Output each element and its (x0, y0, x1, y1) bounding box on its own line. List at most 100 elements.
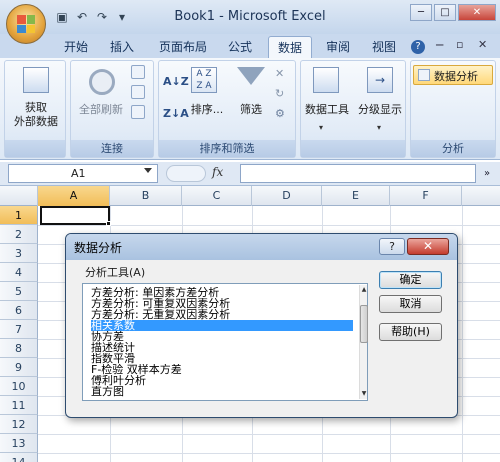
list-item[interactable]: 直方图 (91, 386, 353, 397)
formula-input[interactable] (240, 164, 476, 183)
reapply-icon[interactable]: ↻ (275, 87, 284, 100)
column-headers: A B C D E F (0, 186, 500, 206)
ribbon-minimize-icon[interactable]: ─ (436, 38, 443, 52)
list-item[interactable]: 方差分析: 可重复双因素分析 (91, 298, 353, 309)
group-data-tools: 数据工具 ▾ → 分级显示 ▾ (300, 60, 406, 158)
cancel-button[interactable]: 取消 (379, 295, 442, 313)
list-item[interactable]: 协方差 (91, 331, 353, 342)
column-header[interactable]: C (182, 186, 252, 206)
scroll-up-icon[interactable]: ▲ (360, 285, 368, 295)
filter-button[interactable]: 筛选 (233, 103, 269, 117)
dialog-close-icon[interactable]: ✕ (407, 238, 449, 255)
dialog-help-icon[interactable]: ? (379, 238, 405, 255)
help-icon[interactable]: ? (411, 40, 425, 54)
row-header[interactable]: 14 (0, 453, 38, 462)
list-item[interactable]: 描述统计 (91, 342, 353, 353)
row-header[interactable]: 7 (0, 320, 38, 339)
expand-formula-bar-icon[interactable]: » (480, 165, 494, 182)
refresh-all-button[interactable]: 全部刷新 (73, 103, 129, 117)
row-header[interactable]: 6 (0, 301, 38, 320)
column-header[interactable]: D (252, 186, 322, 206)
office-logo-icon (17, 15, 35, 33)
formula-bar: A1 fx » (0, 162, 500, 186)
row-header[interactable]: 1 (0, 206, 38, 225)
row-header[interactable]: 11 (0, 396, 38, 415)
tab-home[interactable]: 开始 (56, 36, 96, 58)
name-box-dropdown-icon[interactable] (144, 168, 152, 173)
list-item[interactable]: 傅利叶分析 (91, 375, 353, 386)
edit-links-icon[interactable] (131, 105, 145, 119)
list-item[interactable]: 方差分析: 无重复双因素分析 (91, 309, 353, 320)
select-all-corner[interactable] (0, 186, 38, 206)
row-header[interactable]: 9 (0, 358, 38, 377)
dialog-body: 分析工具(A) 方差分析: 单因素方差分析 方差分析: 可重复双因素分析 方差分… (69, 260, 454, 410)
window-controls: ─ □ ✕ (410, 4, 496, 21)
ribbon-restore-icon[interactable]: ▫ (456, 38, 463, 51)
clear-filter-icon[interactable]: ✕ (275, 67, 284, 80)
filter-icon (237, 67, 265, 85)
office-button[interactable] (6, 4, 46, 44)
tab-formulas[interactable]: 公式 (220, 36, 260, 58)
minimize-icon[interactable]: ─ (410, 4, 432, 21)
list-item[interactable]: 指数平滑 (91, 353, 353, 364)
column-header[interactable]: A (38, 186, 110, 206)
row-header[interactable]: 5 (0, 282, 38, 301)
row-header[interactable]: 2 (0, 225, 38, 244)
data-tools-button[interactable]: 数据工具 (301, 103, 353, 117)
advanced-filter-icon[interactable]: ⚙ (275, 107, 285, 120)
list-scrollbar[interactable]: ▲ ▼ (359, 285, 368, 399)
ribbon-close-icon[interactable]: ✕ (478, 38, 487, 51)
sort-az-icon[interactable]: A↓Z (163, 75, 189, 88)
ok-button[interactable]: 确定 (379, 271, 442, 289)
maximize-icon[interactable]: □ (434, 4, 456, 21)
data-analysis-label: 数据分析 (434, 70, 478, 83)
row-header[interactable]: 10 (0, 377, 38, 396)
properties-icon[interactable] (131, 85, 145, 99)
tab-view[interactable]: 视图 (364, 36, 404, 58)
close-icon[interactable]: ✕ (458, 4, 496, 21)
get-external-data-button[interactable]: 获取 外部数据 (5, 101, 67, 129)
column-header[interactable]: F (390, 186, 462, 206)
list-item[interactable]: 方差分析: 单因素方差分析 (91, 287, 353, 298)
tab-review[interactable]: 审阅 (318, 36, 358, 58)
row-header[interactable]: 4 (0, 263, 38, 282)
analysis-tools-list[interactable]: 方差分析: 单因素方差分析 方差分析: 可重复双因素分析 方差分析: 无重复双因… (82, 283, 368, 401)
outline-button[interactable]: 分级显示 (353, 103, 407, 117)
scroll-thumb[interactable] (360, 305, 368, 343)
outline-icon: → (367, 67, 393, 93)
dialog-title-bar: 数据分析 ? ✕ (66, 234, 457, 260)
group-label-data-tools (301, 140, 405, 157)
sort-button[interactable]: 排序... (185, 103, 229, 117)
external-data-icon (23, 67, 49, 93)
row-header[interactable]: 3 (0, 244, 38, 263)
data-analysis-dialog: 数据分析 ? ✕ 分析工具(A) 方差分析: 单因素方差分析 方差分析: 可重复… (65, 233, 458, 418)
tab-page-layout[interactable]: 页面布局 (152, 36, 214, 58)
tab-insert[interactable]: 插入 (100, 36, 144, 58)
ribbon: 获取 外部数据 全部刷新 连接 A↓Z Z↓A A ZZ A 排序... 筛选 … (0, 58, 500, 160)
scroll-down-icon[interactable]: ▼ (360, 389, 368, 399)
data-analysis-button[interactable]: 数据分析 (413, 65, 493, 85)
column-header[interactable]: E (322, 186, 390, 206)
group-label-sort-filter: 排序和筛选 (159, 140, 295, 157)
help-button[interactable]: 帮助(H) (379, 323, 442, 341)
list-item-selected[interactable]: 相关系数 (91, 320, 353, 331)
group-label-connections: 连接 (71, 140, 153, 157)
data-tools-dropdown-icon[interactable]: ▾ (319, 123, 323, 132)
group-get-external-data: 获取 外部数据 (4, 60, 66, 158)
connections-icon[interactable] (131, 65, 145, 79)
formula-bar-resize-icon[interactable] (166, 165, 206, 182)
outline-dropdown-icon[interactable]: ▾ (377, 123, 381, 132)
row-header[interactable]: 12 (0, 415, 38, 434)
fill-handle[interactable] (106, 221, 111, 226)
column-header[interactable]: B (110, 186, 182, 206)
name-box[interactable]: A1 (8, 164, 158, 183)
row-header[interactable]: 13 (0, 434, 38, 453)
group-label-analysis: 分析 (411, 140, 495, 157)
group-connections: 全部刷新 连接 (70, 60, 154, 158)
active-cell-a1[interactable] (40, 206, 110, 225)
list-item[interactable]: F-检验 双样本方差 (91, 364, 353, 375)
row-header[interactable]: 8 (0, 339, 38, 358)
insert-function-icon[interactable]: fx (212, 165, 223, 179)
tab-data[interactable]: 数据 (268, 36, 312, 58)
ribbon-tabs: 开始 插入 页面布局 公式 数据 审阅 视图 ? ─ ▫ ✕ (0, 34, 500, 58)
